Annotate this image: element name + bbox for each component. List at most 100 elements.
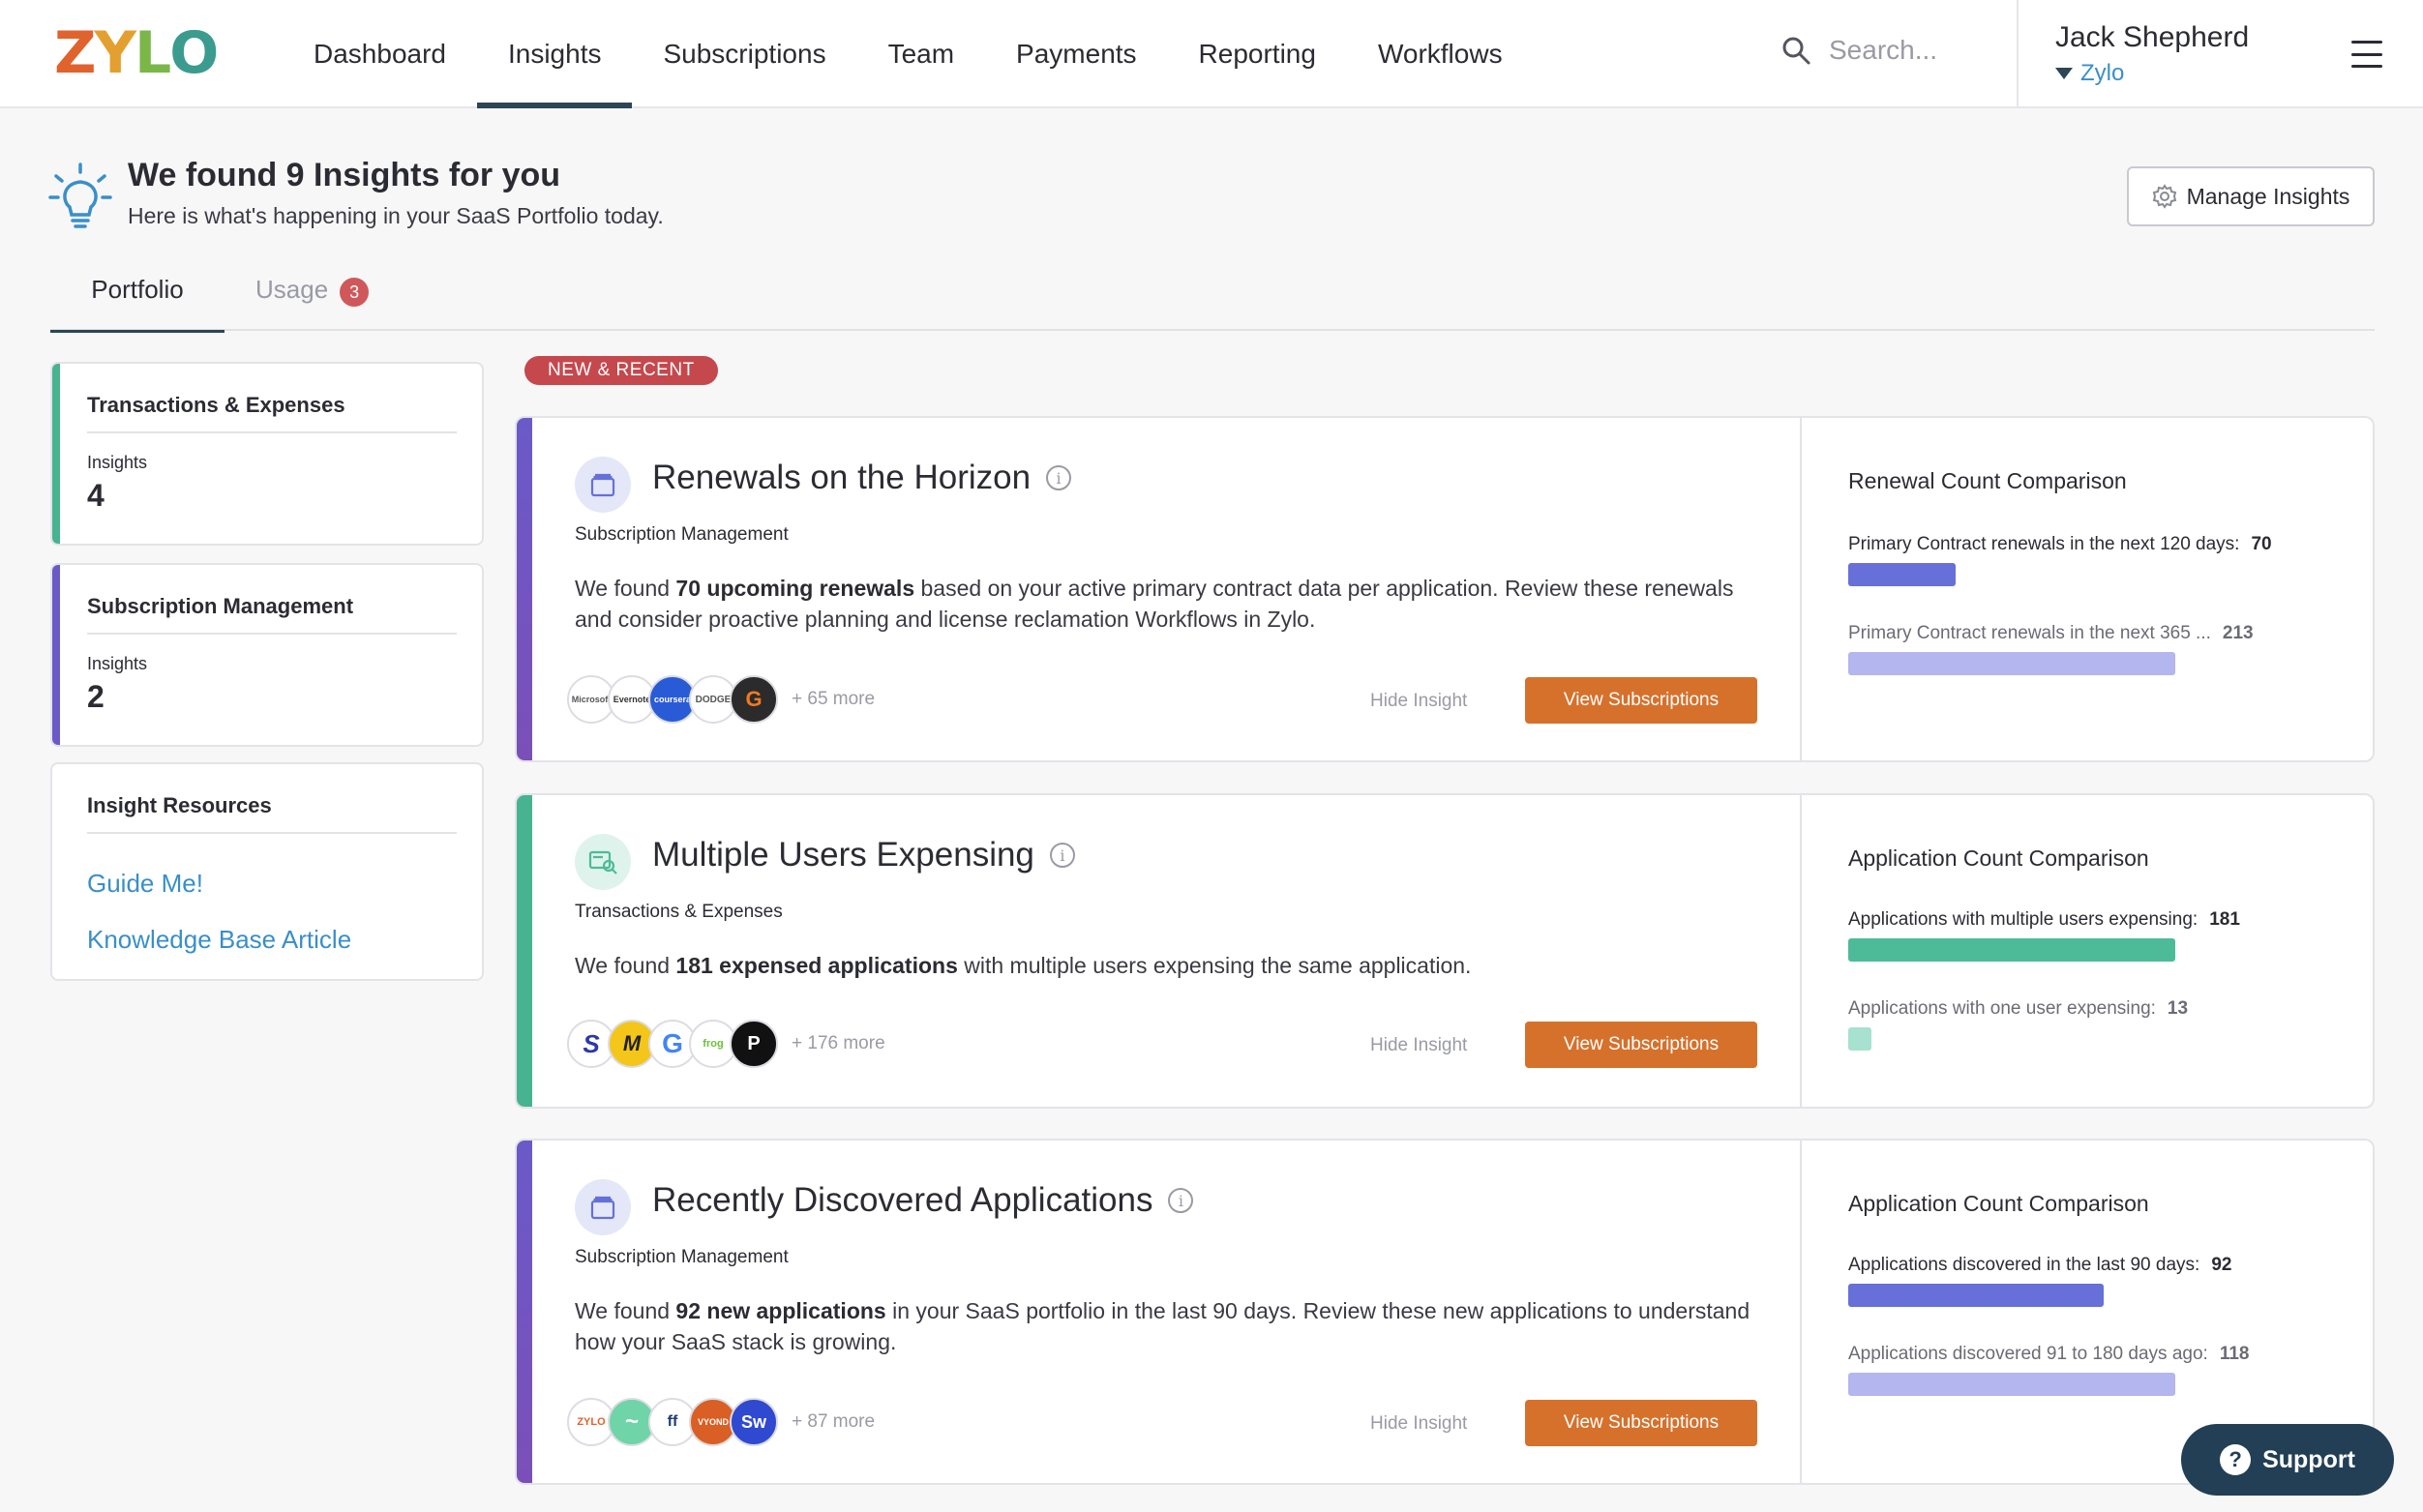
comparison-row: Applications discovered in the last 90 d… xyxy=(1848,1255,2231,1276)
knowledge-base-link[interactable]: Knowledge Base Article xyxy=(87,925,351,955)
guide-me-link[interactable]: Guide Me! xyxy=(87,869,203,899)
insight-category: Subscription Management xyxy=(575,1247,789,1268)
help-icon: ? xyxy=(2220,1444,2251,1475)
category-stripe xyxy=(52,565,60,745)
sidebar-card-title: Subscription Management xyxy=(87,594,353,619)
info-icon[interactable]: i xyxy=(1168,1188,1193,1213)
app-logo-p: P xyxy=(730,1020,778,1068)
search-box xyxy=(1780,35,2003,66)
new-recent-badge: NEW & RECENT xyxy=(524,356,718,385)
nav-dashboard[interactable]: Dashboard xyxy=(283,0,477,108)
comparison-bar xyxy=(1848,652,2175,675)
nav-reporting[interactable]: Reporting xyxy=(1168,0,1347,108)
main-nav: Dashboard Insights Subscriptions Team Pa… xyxy=(283,0,1534,108)
expense-search-icon xyxy=(575,834,631,890)
info-icon[interactable]: i xyxy=(1050,843,1075,868)
comparison-value: 13 xyxy=(2168,998,2188,1019)
hide-insight-link[interactable]: Hide Insight xyxy=(1370,1035,1467,1056)
logo-letter-z: Z xyxy=(54,26,95,80)
view-subscriptions-button[interactable]: View Subscriptions xyxy=(1525,677,1757,724)
comparison-row: Primary Contract renewals in the next 12… xyxy=(1848,534,2272,555)
nav-team[interactable]: Team xyxy=(857,0,985,108)
nav-workflows[interactable]: Workflows xyxy=(1347,0,1534,108)
more-apps-count[interactable]: + 65 more xyxy=(792,689,875,710)
info-icon[interactable]: i xyxy=(1046,465,1071,490)
hamburger-menu-icon[interactable] xyxy=(2351,41,2382,68)
comparison-row: Primary Contract renewals in the next 36… xyxy=(1848,623,2254,644)
insight-description: We found 92 new applications in your Saa… xyxy=(575,1295,1765,1357)
insight-title: Multiple Users Expensing i xyxy=(652,836,1075,875)
nav-insights[interactable]: Insights xyxy=(477,0,633,108)
category-stripe xyxy=(517,795,532,1107)
comparison-value: 118 xyxy=(2220,1344,2250,1364)
view-subscriptions-button[interactable]: View Subscriptions xyxy=(1525,1400,1757,1446)
subscription-icon xyxy=(575,1179,631,1235)
top-nav: Z Y L O Dashboard Insights Subscriptions… xyxy=(0,0,2423,108)
sidebar-card-count: 2 xyxy=(87,679,105,715)
category-stripe xyxy=(517,418,532,760)
manage-insights-label: Manage Insights xyxy=(2187,184,2350,210)
sidebar-card-title: Transactions & Expenses xyxy=(87,393,345,418)
sidebar-card-label: Insights xyxy=(87,654,147,674)
insight-title-text: Recently Discovered Applications xyxy=(652,1181,1152,1220)
view-subscriptions-button[interactable]: View Subscriptions xyxy=(1525,1022,1757,1068)
insight-title: Renewals on the Horizon i xyxy=(652,459,1071,497)
highlight-text: 92 new applications xyxy=(675,1298,885,1323)
sidebar-card-count: 4 xyxy=(87,478,105,514)
comparison-value: 92 xyxy=(2211,1255,2231,1275)
logo-letter-o: O xyxy=(169,26,217,80)
insight-card-renewals: Renewals on the Horizon i Subscription M… xyxy=(515,416,2375,762)
insight-title: Recently Discovered Applications i xyxy=(652,1181,1193,1220)
tab-portfolio-label: Portfolio xyxy=(91,275,183,305)
comparison-bar xyxy=(1848,938,2175,962)
comparison-value: 70 xyxy=(2251,534,2271,554)
support-button[interactable]: ? Support xyxy=(2181,1424,2394,1496)
sidebar-card-transactions[interactable]: Transactions & Expenses Insights 4 xyxy=(50,362,484,546)
user-menu[interactable]: Jack Shepherd Zylo xyxy=(2055,21,2249,87)
highlight-text: 70 upcoming renewals xyxy=(675,576,914,601)
app-logo-sw: Sw xyxy=(730,1398,778,1446)
card-divider xyxy=(1800,795,1802,1107)
insight-tabs: Portfolio Usage 3 xyxy=(50,271,2375,331)
highlight-text: 181 expensed applications xyxy=(675,953,957,978)
comparison-bar xyxy=(1848,1284,2104,1307)
insight-category: Transactions & Expenses xyxy=(575,902,783,923)
comparison-row: Applications discovered 91 to 180 days a… xyxy=(1848,1344,2249,1365)
tab-usage[interactable]: Usage 3 xyxy=(255,271,369,331)
divider xyxy=(87,832,457,834)
page-subtitle: Here is what's happening in your SaaS Po… xyxy=(128,203,664,229)
comparison-value: 181 xyxy=(2209,909,2240,930)
user-name: Jack Shepherd xyxy=(2055,21,2249,54)
category-stripe xyxy=(517,1141,532,1483)
insight-title-text: Multiple Users Expensing xyxy=(652,836,1034,875)
logo-letter-y: Y xyxy=(95,26,135,80)
comparison-title: Application Count Comparison xyxy=(1848,1191,2149,1217)
category-stripe xyxy=(52,364,60,544)
more-apps-count[interactable]: + 176 more xyxy=(792,1033,885,1054)
more-apps-count[interactable]: + 87 more xyxy=(792,1411,875,1433)
insight-title-text: Renewals on the Horizon xyxy=(652,459,1031,497)
zylo-logo[interactable]: Z Y L O xyxy=(54,26,217,80)
manage-insights-button[interactable]: Manage Insights xyxy=(2127,166,2375,226)
search-icon[interactable] xyxy=(1780,35,1811,66)
gear-icon xyxy=(2152,184,2177,209)
nav-subscriptions[interactable]: Subscriptions xyxy=(632,0,856,108)
card-divider xyxy=(1800,418,1802,760)
tab-portfolio[interactable]: Portfolio xyxy=(50,271,224,331)
nav-payments[interactable]: Payments xyxy=(985,0,1168,108)
insight-resources-card: Insight Resources Guide Me! Knowledge Ba… xyxy=(50,762,484,981)
app-logo-group: Microsoft Evernote coursera DODGE G + 65… xyxy=(567,675,875,724)
nav-divider xyxy=(2017,0,2019,108)
sidebar-card-subscription-mgmt[interactable]: Subscription Management Insights 2 xyxy=(50,563,484,747)
hide-insight-link[interactable]: Hide Insight xyxy=(1370,1413,1467,1435)
insight-card-multiple-users: Multiple Users Expensing i Transactions … xyxy=(515,793,2375,1109)
search-input[interactable] xyxy=(1829,35,2003,66)
hide-insight-link[interactable]: Hide Insight xyxy=(1370,691,1467,712)
tab-usage-label: Usage xyxy=(255,275,328,305)
org-switcher[interactable]: Zylo xyxy=(2055,60,2249,87)
comparison-title: Renewal Count Comparison xyxy=(1848,468,2127,494)
card-divider xyxy=(1800,1141,1802,1483)
comparison-bar xyxy=(1848,563,1956,586)
comparison-bar xyxy=(1848,1373,2175,1396)
app-logo-group: ZYLO ~ ff VYOND Sw + 87 more xyxy=(567,1398,875,1446)
